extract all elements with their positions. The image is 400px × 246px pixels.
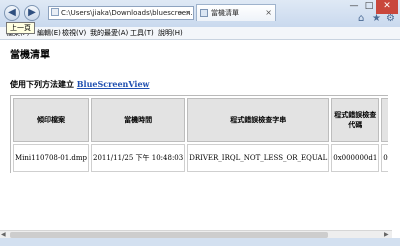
- header-bugcheck-code: 程式錯誤檢查代碼: [331, 98, 380, 142]
- cell-bugcheck-code: 0x000000d1: [331, 144, 380, 172]
- browser-toolbar: ◀ ▶ C:\Users\jiaka\Downloads\bluescreen.…: [0, 0, 400, 28]
- menu-help[interactable]: 說明(H): [158, 27, 183, 39]
- forward-arrow-icon: ▶: [28, 7, 36, 18]
- cell-crash-time: 2011/11/25 下午 10:48:03: [90, 144, 186, 172]
- cell-parameter: 0x000: [381, 144, 388, 172]
- menu-favorites[interactable]: 我的最愛(A): [90, 27, 128, 39]
- minimize-button[interactable]: —: [346, 0, 362, 14]
- bluescreenview-link[interactable]: BlueScreenView: [77, 79, 150, 89]
- window-bottom-border: [0, 238, 400, 246]
- cell-dump-file: Mini110708-01.dmp: [13, 144, 89, 172]
- header-parameter: 參: [381, 98, 388, 142]
- home-icon[interactable]: ⌂: [358, 13, 364, 24]
- back-button[interactable]: ◀: [4, 5, 20, 21]
- back-arrow-icon: ◀: [8, 7, 16, 18]
- forward-button[interactable]: ▶: [24, 5, 40, 21]
- menu-edit[interactable]: 編輯(E): [37, 27, 61, 39]
- header-bugcheck-string: 程式錯誤檢查字串: [187, 98, 330, 142]
- crash-table: 傾印檔案 當機時間 程式錯誤檢查字串 程式錯誤檢查代碼 參 Mini110708…: [10, 95, 388, 173]
- subtitle-text: 使用下列方法建立: [10, 80, 74, 89]
- stop-icon[interactable]: ×: [185, 9, 191, 17]
- tab-page-icon: [200, 9, 208, 17]
- favorites-star-icon[interactable]: ★: [372, 13, 381, 24]
- address-tools: ⌕ ×: [179, 7, 191, 19]
- page-subtitle: 使用下列方法建立 BlueScreenView: [10, 79, 149, 90]
- close-window-button[interactable]: ✕: [376, 0, 398, 14]
- search-icon[interactable]: ⌕: [179, 9, 183, 17]
- crash-table-container: 傾印檔案 當機時間 程式錯誤檢查字串 程式錯誤檢查代碼 參 Mini110708…: [10, 95, 388, 173]
- address-text: C:\Users\jiaka\Downloads\bluescreen...: [61, 9, 194, 17]
- header-crash-time: 當機時間: [90, 98, 186, 142]
- menu-bar: 檔案(F) 編輯(E) 檢視(V) 我的最愛(A) 工具(T) 說明(H): [0, 27, 400, 40]
- tab-crash-list[interactable]: 當機清單 ×: [196, 4, 276, 21]
- tab-close-icon[interactable]: ×: [265, 5, 272, 21]
- cell-bugcheck-string: DRIVER_IRQL_NOT_LESS_OR_EQUAL: [187, 144, 330, 172]
- settings-gear-icon[interactable]: ⚙: [386, 13, 395, 24]
- address-bar[interactable]: C:\Users\jiaka\Downloads\bluescreen... ⌕…: [48, 6, 194, 20]
- maximize-button[interactable]: □: [362, 0, 376, 14]
- table-row: Mini110708-01.dmp 2011/11/25 下午 10:48:03…: [13, 144, 388, 172]
- header-dump-file: 傾印檔案: [13, 98, 89, 142]
- menu-tools[interactable]: 工具(T): [130, 27, 154, 39]
- back-tooltip: 上一頁: [6, 22, 35, 34]
- tab-label: 當機清單: [211, 9, 239, 17]
- page-title: 當機清單: [10, 50, 50, 61]
- menu-view[interactable]: 檢視(V): [62, 27, 86, 39]
- table-header-row: 傾印檔案 當機時間 程式錯誤檢查字串 程式錯誤檢查代碼 參: [13, 98, 388, 142]
- page-icon: [51, 8, 59, 16]
